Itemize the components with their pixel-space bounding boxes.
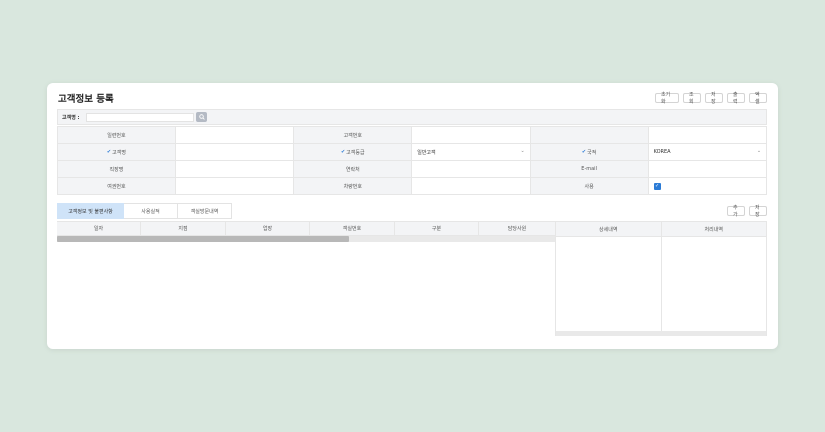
chevron-down-icon: ⌄ (520, 148, 525, 154)
query-button[interactable]: 조회 (683, 92, 701, 105)
vehicle-number-label: 차량번호 (294, 178, 413, 195)
column-category[interactable]: 구분 (395, 222, 479, 235)
detail-table-body (556, 237, 766, 331)
search-bar: 고객명 : (57, 109, 767, 125)
detail-save-button[interactable]: 저장 (749, 205, 767, 218)
detail-toolbar: 추가 저장 (727, 205, 767, 218)
tab-usage-history[interactable]: 사용실적 (124, 203, 178, 219)
workplace-field[interactable] (175, 161, 295, 178)
detail-table-header: 상세내역 처리내역 (556, 222, 766, 237)
detail-table: 상세내역 처리내역 (555, 221, 767, 336)
excel-button[interactable]: 엑셀 (749, 92, 767, 105)
table-header: 일자 지점 업장 객실번호 구분 담당사원 (57, 221, 555, 236)
required-check-icon: ✔ (581, 149, 587, 155)
form-row: 직장명 연락처 E-mail (58, 161, 768, 178)
passport-number-field[interactable] (175, 178, 295, 195)
check-icon: ✓ (654, 183, 660, 189)
form-row: ✔ 고객명 ✔ 고객등급 일반고객 ⌄ ✔ 국적 KOREA ⌄ (58, 144, 768, 161)
email-label: E-mail (530, 161, 649, 178)
customer-name-search-input[interactable] (86, 113, 194, 122)
reset-button[interactable]: 초기화 (655, 92, 679, 105)
search-label: 고객명 : (62, 115, 80, 121)
horizontal-scrollbar[interactable] (57, 236, 555, 242)
detail-table-footer (556, 331, 766, 336)
customer-name-label: ✔ 고객명 (58, 144, 176, 161)
search-icon (198, 114, 205, 120)
toolbar: 초기화 조회 저장 출력 엑셀 (655, 92, 767, 105)
history-table: 일자 지점 업장 객실번호 구분 담당사원 (57, 221, 555, 242)
search-button[interactable] (196, 112, 207, 122)
contact-field[interactable] (412, 161, 531, 178)
vehicle-number-field[interactable] (412, 178, 531, 195)
workplace-label: 직장명 (58, 161, 176, 178)
contact-label: 연락처 (294, 161, 413, 178)
detail-tabs: 고객정보 및 불편사항 사용실적 객실방문내역 (57, 203, 232, 219)
column-venue[interactable]: 업장 (226, 222, 310, 235)
column-detail: 상세내역 (556, 222, 662, 236)
form-row: 일련번호 고객번호 (58, 127, 768, 144)
nationality-label: ✔ 국적 (530, 144, 649, 161)
tab-room-visits[interactable]: 객실방문내역 (178, 203, 232, 219)
scrollbar-thumb[interactable] (57, 236, 349, 242)
required-check-icon: ✔ (106, 149, 112, 155)
customer-grade-select[interactable]: 일반고객 ⌄ (412, 144, 531, 161)
column-branch[interactable]: 지점 (141, 222, 226, 235)
form-row: 여권번호 차량번호 사용 ✓ (58, 178, 768, 195)
use-checkbox[interactable]: ✓ (653, 182, 661, 190)
customer-number-label: 고객번호 (294, 127, 413, 144)
customer-form: 일련번호 고객번호 ✔ 고객명 ✔ 고객등급 일반고객 ⌄ ✔ 국적 KOREA ⌄ 직장… (57, 126, 768, 195)
detail-text-area[interactable] (556, 237, 662, 331)
tab-customer-info[interactable]: 고객정보 및 불편사항 (57, 203, 124, 219)
nationality-select[interactable]: KOREA ⌄ (648, 144, 768, 161)
customer-number-field[interactable] (412, 127, 531, 144)
processing-text-area[interactable] (662, 237, 767, 331)
required-check-icon: ✔ (340, 149, 346, 155)
customer-registration-panel: 고객정보 등록 초기화 조회 저장 출력 엑셀 고객명 : 일련번호 고객번호 … (47, 83, 778, 349)
customer-grade-label: ✔ 고객등급 (294, 144, 413, 161)
column-room-number[interactable]: 객실번호 (310, 222, 395, 235)
passport-number-label: 여권번호 (58, 178, 176, 195)
save-button[interactable]: 저장 (705, 92, 723, 105)
email-field[interactable] (648, 161, 768, 178)
empty-field (648, 127, 768, 144)
print-button[interactable]: 출력 (727, 92, 745, 105)
page-title: 고객정보 등록 (58, 94, 114, 105)
serial-number-label: 일련번호 (58, 127, 176, 144)
column-staff[interactable]: 담당사원 (479, 222, 555, 235)
chevron-down-icon: ⌄ (756, 148, 762, 154)
use-checkbox-cell: ✓ (648, 178, 768, 195)
serial-number-field[interactable] (175, 127, 295, 144)
column-processing: 처리내역 (704, 226, 723, 233)
use-label: 사용 (530, 178, 649, 195)
customer-name-field[interactable] (175, 144, 295, 161)
add-button[interactable]: 추가 (727, 205, 745, 218)
column-date[interactable]: 일자 (57, 222, 141, 235)
empty-label (530, 127, 649, 144)
